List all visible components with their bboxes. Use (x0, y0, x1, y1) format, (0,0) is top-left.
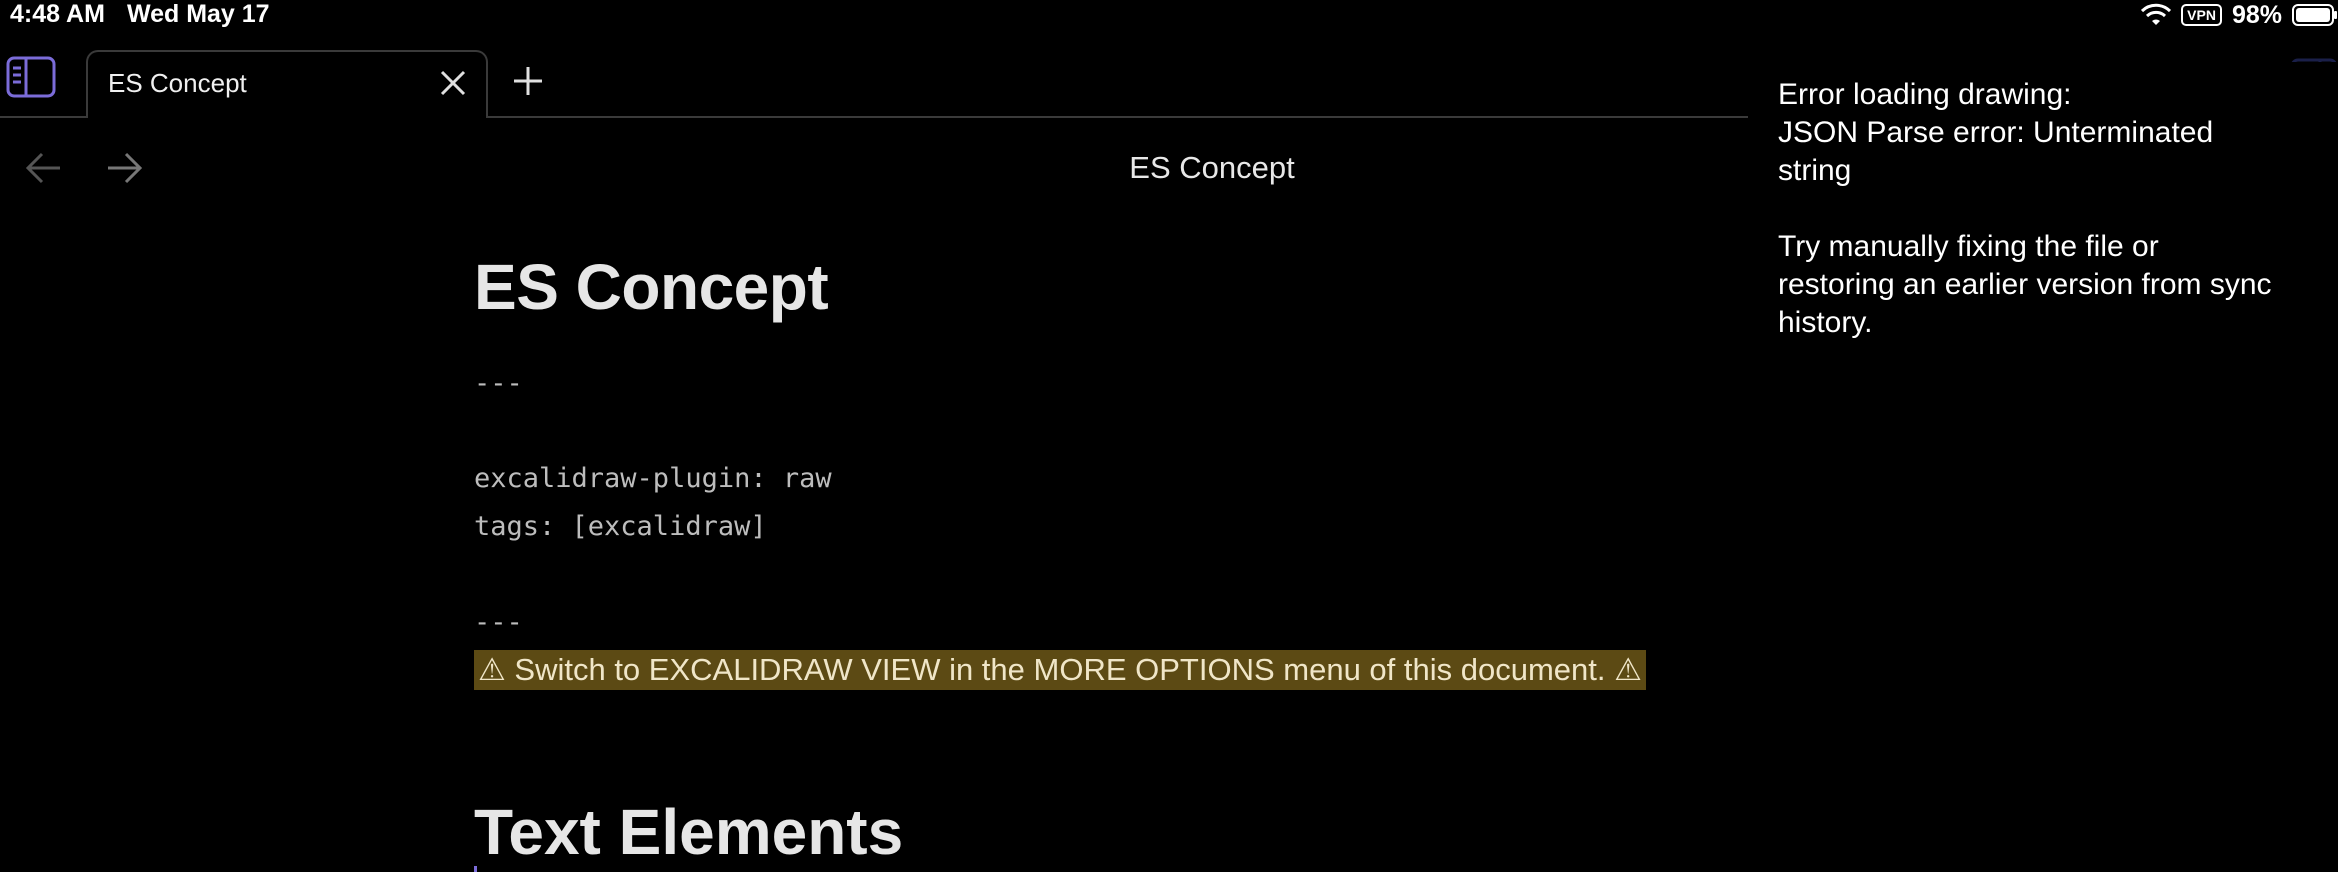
status-bar-time: 4:48 AM Wed May 17 (10, 0, 292, 30)
error-hint-line: Try manually fixing the file or (1778, 230, 2159, 263)
section-heading-text-elements: Text Elements (474, 796, 904, 868)
excalidraw-view-warning: ⚠ Switch to EXCALIDRAW VIEW in the MORE … (474, 650, 1646, 690)
tab-es-concept[interactable]: ES Concept (86, 50, 488, 118)
app-screen: 4:48 AM Wed May 17 VPN 98% ES Concept ES… (0, 0, 2338, 872)
frontmatter-line-tags: tags: [excalidraw] (474, 511, 767, 542)
back-arrow-icon[interactable] (24, 150, 64, 186)
error-hint-line: history. (1778, 306, 1873, 339)
wifi-icon (2141, 3, 2172, 25)
tab-bar-divider (0, 116, 86, 118)
tab-bar-divider (488, 116, 1748, 118)
new-tab-plus-icon[interactable] (511, 64, 545, 98)
error-line: string (1778, 154, 1852, 187)
tab-label: ES Concept (108, 68, 247, 98)
close-icon[interactable] (438, 68, 468, 98)
date: Wed May 17 (126, 0, 270, 28)
error-line: Error loading drawing: (1778, 78, 2072, 111)
frontmatter-open: --- (474, 368, 523, 399)
text-cursor (474, 866, 477, 872)
error-notice-panel: Error loading drawing: JSON Parse error:… (1748, 62, 2338, 872)
battery-percentage: 98% (2231, 0, 2282, 29)
sidebar-toggle-icon[interactable] (6, 56, 56, 98)
battery-icon (2292, 4, 2337, 26)
forward-arrow-icon[interactable] (104, 150, 144, 186)
frontmatter-line-plugin: excalidraw-plugin: raw (474, 463, 832, 494)
frontmatter-close: --- (474, 607, 523, 638)
error-hint-line: restoring an earlier version from sync (1778, 268, 2272, 301)
status-bar-indicators: VPN 98% (2141, 0, 2338, 30)
view-header-title: ES Concept (1129, 150, 1295, 185)
vpn-badge: VPN (2181, 4, 2222, 26)
error-line: JSON Parse error: Unterminated (1778, 116, 2214, 149)
clock: 4:48 AM (10, 0, 105, 28)
document-title: ES Concept (474, 251, 829, 323)
